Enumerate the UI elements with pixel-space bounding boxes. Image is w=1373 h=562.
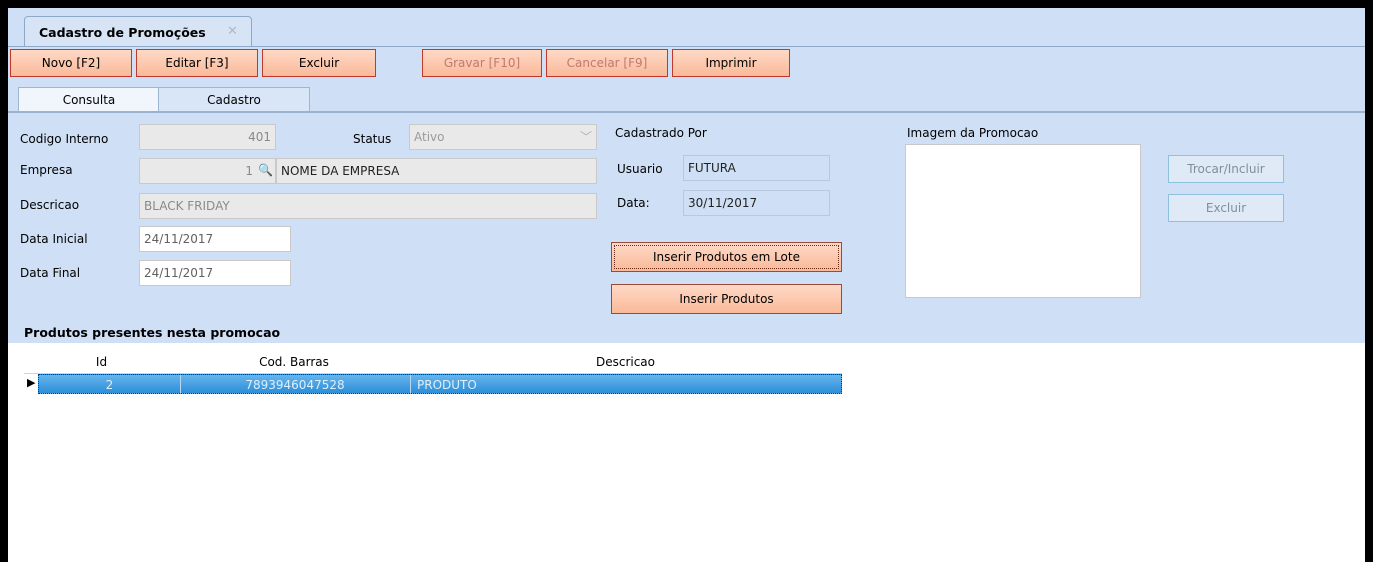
form-tabs: Consulta Cadastro [8, 87, 1365, 112]
imagem-title: Imagem da Promocao [907, 126, 1039, 140]
selected-row[interactable]: 2 7893946047528 PRODUTO [38, 374, 842, 394]
data-final-label: Data Final [20, 266, 81, 280]
column-separator [410, 375, 411, 393]
cell-id: 2 [105, 378, 114, 392]
toolbar-divider [8, 46, 1365, 47]
inserir-lote-button[interactable]: Inserir Produtos em Lote [611, 242, 842, 272]
data-label: Data: [617, 196, 650, 210]
descricao-label: Descricao [20, 198, 80, 212]
status-label: Status [353, 132, 392, 146]
tab-consulta[interactable]: Consulta [18, 87, 160, 112]
column-header-descricao[interactable]: Descricao [409, 351, 842, 373]
empresa-name-field: NOME DA EMPRESA [276, 158, 597, 184]
cell-barcode: 7893946047528 [245, 378, 345, 392]
empresa-code-field[interactable]: 1 [139, 158, 276, 184]
codigo-label: Codigo Interno [20, 132, 109, 146]
current-row-arrow-icon: ▶ [27, 376, 36, 389]
application-window: Cadastro de Promoções ✕ Novo [F2] Editar… [0, 0, 1373, 562]
chevron-down-icon[interactable]: ﹀ [580, 125, 592, 149]
usuario-label: Usuario [617, 162, 663, 176]
codigo-field[interactable]: 401 [139, 124, 276, 150]
cell-descricao: PRODUTO [417, 378, 477, 392]
products-grid-header: Id Cod. Barras Descricao [24, 351, 842, 374]
form-panel: Cadastro de Promoções ✕ Novo [F2] Editar… [8, 8, 1365, 343]
status-select[interactable]: Ativo ﹀ [409, 124, 597, 150]
status-value: Ativo [414, 130, 445, 144]
trocar-incluir-button[interactable]: Trocar/Incluir [1168, 155, 1284, 183]
column-header-cod-barras[interactable]: Cod. Barras [179, 351, 409, 373]
promo-image-box [905, 144, 1141, 298]
document-tab[interactable]: Cadastro de Promoções ✕ [24, 16, 252, 47]
row-indicator: ▶ [24, 374, 38, 394]
empresa-label: Empresa [20, 163, 73, 177]
tabs-divider [8, 111, 1365, 113]
tab-cadastro[interactable]: Cadastro [158, 87, 310, 112]
data-final-field[interactable]: 24/11/2017 [139, 260, 291, 286]
data-inicial-label: Data Inicial [20, 232, 88, 246]
close-tab-icon[interactable]: ✕ [227, 24, 238, 39]
products-section-title: Produtos presentes nesta promocao [24, 325, 281, 340]
data-cadastro-field: 30/11/2017 [683, 190, 830, 216]
gravar-button[interactable]: Gravar [F10] [422, 49, 542, 77]
cadastrado-title: Cadastrado Por [615, 126, 707, 140]
column-header-id[interactable]: Id [24, 351, 179, 373]
usuario-field: FUTURA [683, 155, 830, 181]
novo-button[interactable]: Novo [F2] [10, 49, 132, 77]
excluir-imagem-button[interactable]: Excluir [1168, 194, 1284, 222]
editar-button[interactable]: Editar [F3] [136, 49, 258, 77]
excluir-button[interactable]: Excluir [262, 49, 376, 77]
table-row[interactable]: ▶ 2 7893946047528 PRODUTO [24, 374, 842, 394]
descricao-field[interactable]: BLACK FRIDAY [139, 193, 597, 219]
data-inicial-field[interactable]: 24/11/2017 [139, 226, 291, 252]
cancelar-button[interactable]: Cancelar [F9] [546, 49, 668, 77]
document-tab-title: Cadastro de Promoções [39, 25, 206, 40]
imprimir-button[interactable]: Imprimir [672, 49, 790, 77]
search-icon[interactable]: 🔍 [258, 163, 273, 177]
inserir-produtos-button[interactable]: Inserir Produtos [611, 284, 842, 314]
